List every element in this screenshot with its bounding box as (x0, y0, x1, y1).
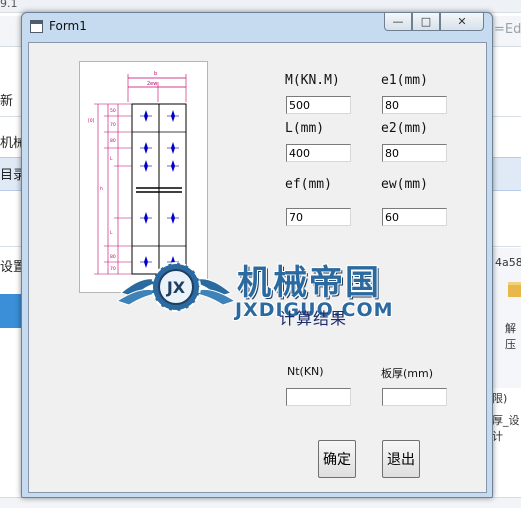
background-right-label: 限) (492, 392, 508, 405)
svg-text:L: L (110, 230, 113, 236)
gear-wings-logo: JX (117, 262, 235, 312)
svg-text:h: h (100, 186, 103, 192)
maximize-icon: □ (420, 15, 432, 28)
minimize-icon: — (392, 15, 404, 28)
e2-input[interactable] (382, 144, 447, 162)
background-bottom-strip (0, 497, 521, 508)
svg-text:70: 70 (110, 266, 116, 272)
e1-input[interactable] (382, 96, 447, 114)
form1-window: Form1 — □ ✕ b 2ew 50 70 80 h L L 80 70 [… (21, 12, 493, 498)
window-app-icon (30, 20, 43, 33)
svg-text:2ew: 2ew (147, 81, 157, 87)
thickness-label: 板厚(mm) (381, 367, 434, 380)
title-bar[interactable]: Form1 — □ ✕ (22, 13, 492, 39)
ew-label: ew(mm) (381, 177, 428, 192)
minimize-button[interactable]: — (384, 13, 412, 31)
m-label: M(KN.M) (285, 73, 340, 88)
result-section-title: 计算结果 (279, 309, 348, 328)
svg-text:50: 50 (110, 108, 116, 114)
background-left-label: 新 (0, 94, 14, 109)
watermark-chinese: 机械帝国 (237, 263, 381, 303)
maximize-button[interactable]: □ (412, 13, 440, 31)
svg-text:80: 80 (110, 138, 116, 144)
background-version: 9.1 (0, 0, 18, 10)
ef-input[interactable] (286, 208, 351, 226)
ok-button[interactable]: 确定 (318, 440, 356, 478)
svg-text:80: 80 (110, 254, 116, 260)
l-input[interactable] (286, 144, 351, 162)
svg-text:70: 70 (110, 122, 116, 128)
background-right-panel: 4a58 解压 (490, 248, 521, 388)
form-client-area: b 2ew 50 70 80 h L L 80 70 [0] M(KN.M) 5… (28, 42, 487, 493)
exit-button[interactable]: 退出 (382, 440, 420, 478)
window-controls: — □ ✕ (384, 13, 484, 31)
background-right-label: 厚_设计 (492, 414, 520, 443)
e2-label: e2(mm) (381, 121, 428, 136)
ef-label: ef(mm) (285, 177, 332, 192)
e1-label: e1(mm) (381, 73, 428, 88)
nt-label: Nt(KN) (287, 365, 324, 378)
window-title: Form1 (49, 19, 87, 33)
close-button[interactable]: ✕ (440, 13, 484, 31)
folder-icon[interactable] (508, 282, 521, 297)
nt-output[interactable] (286, 388, 351, 406)
background-address-text: =Ed (494, 22, 521, 37)
watermark-emblem-text: JX (166, 278, 186, 297)
l-label: L(mm) (285, 121, 325, 136)
thickness-output[interactable] (382, 388, 447, 406)
close-icon: ✕ (457, 15, 467, 28)
svg-text:b: b (154, 71, 157, 77)
svg-text:[0]: [0] (88, 118, 95, 124)
svg-text:L: L (110, 156, 113, 162)
ew-input[interactable] (382, 208, 447, 226)
m-input[interactable] (286, 96, 351, 114)
background-right-label: 4a58 (495, 256, 521, 269)
background-right-label: 解压 (505, 322, 516, 351)
